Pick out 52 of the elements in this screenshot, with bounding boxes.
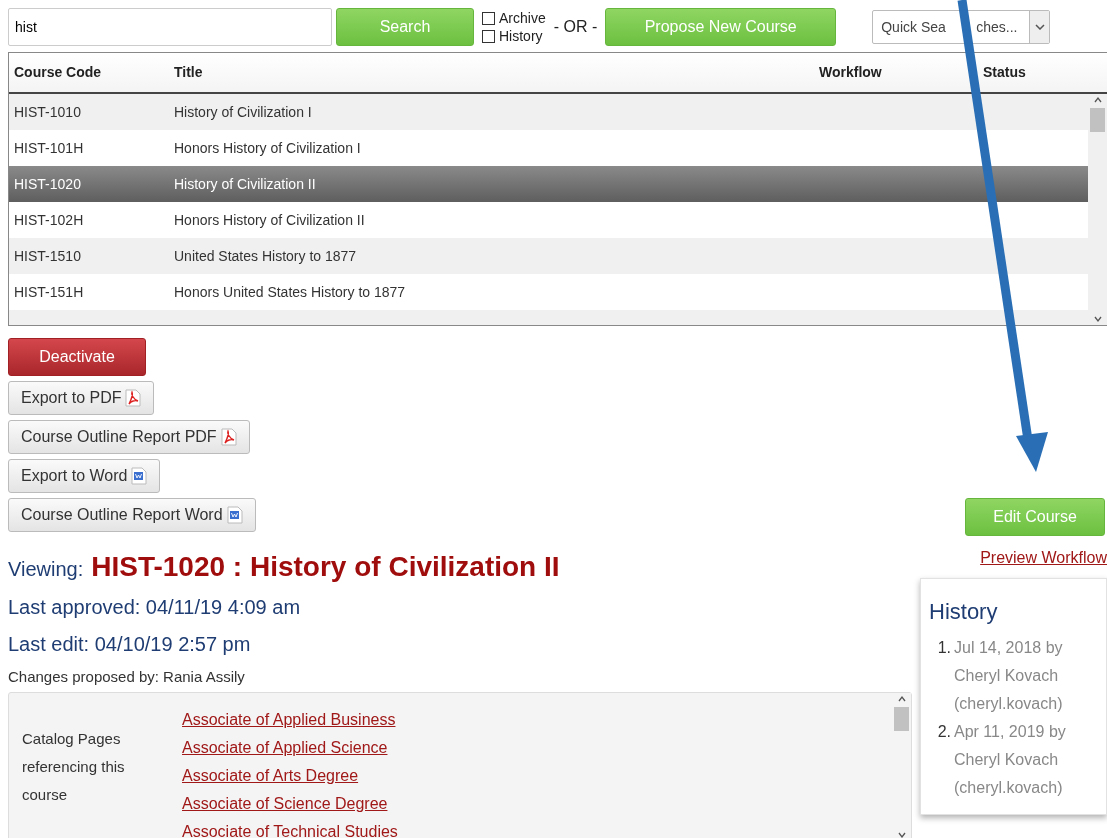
history-author: Cheryl Kovach [954,666,1060,686]
word-document-icon [226,506,243,524]
history-author: Cheryl Kovach [954,750,1060,770]
catalog-label: Catalog Pages referencing this course [21,728,126,805]
viewing-label: Viewing: [8,557,84,582]
export-button[interactable]: Course Outline Report PDF [8,420,250,454]
last-approved-text: Last approved: 04/11/19 4:09 am [8,595,302,620]
or-label: - OR - [553,17,598,37]
checkbox-label: History [499,27,543,45]
checkbox[interactable] [482,29,495,43]
pdf-icon [220,428,237,446]
history-username: (cheryl.kovach) [954,694,1063,714]
column-header[interactable]: Status [983,62,1083,83]
preview-workflow-link[interactable]: Preview Workflow [980,548,1107,568]
export-button[interactable]: Export to Word [8,459,161,493]
checkbox-label: Archive [499,9,546,27]
column-header[interactable]: Course Code [9,62,173,83]
table-row[interactable]: HIST-151H Honors United States History to 1877 [9,274,1088,310]
catalog-link[interactable]: Associate of Applied Business [182,705,396,734]
column-header[interactable]: Workflow [819,62,983,83]
scroll-thumb[interactable] [1090,108,1105,132]
scrollbar[interactable] [892,692,911,838]
list-number: 2. [936,722,952,742]
last-edit-text: Last edit: 04/10/19 2:57 pm [8,632,252,657]
chevron-down-icon [1034,24,1045,30]
scrollbar[interactable] [1088,94,1107,325]
export-button[interactable]: Course Outline Report Word [8,498,256,532]
table-row[interactable]: HIST-102H Honors History of Civilization II [9,202,1088,238]
history-title: History [929,598,999,626]
table-row[interactable]: HIST-101H Honors History of Civilization I [9,130,1088,166]
checkbox[interactable] [482,11,495,25]
export-button[interactable]: Export to PDF [8,381,155,415]
table-row[interactable]: HIST-1020 History of Civilization II [9,166,1088,202]
catalog-link[interactable]: Associate of Technical Studies [182,817,398,838]
scroll-thumb[interactable] [894,706,909,731]
history-date: Jul 14, 2018 by [954,638,1063,658]
catalog-link[interactable]: Associate of Arts Degree [182,761,359,790]
list-number: 1. [936,638,952,658]
search-field[interactable]: hist [8,8,332,46]
dropdown-text: Quick Sea [881,17,947,37]
word-document-icon [131,467,148,485]
changes-proposed-text: Changes proposed by: Rania Assily [8,667,246,687]
catalog-link[interactable]: Associate of Applied Science [182,733,388,762]
quick-searches-dropdown[interactable]: Quick Sea ches... [872,10,1051,44]
history-date: Apr 11, 2019 by [954,722,1066,742]
column-header[interactable]: Title [173,62,819,83]
pdf-icon [125,389,142,407]
history-username: (cheryl.kovach) [954,778,1064,798]
course-title: HIST-1020 : History of Civilization II [91,550,560,584]
deactivate-button[interactable]: Deactivate [8,338,146,376]
catalog-link[interactable]: Associate of Science Degree [182,789,388,818]
dropdown-text: ches... [976,17,1018,37]
